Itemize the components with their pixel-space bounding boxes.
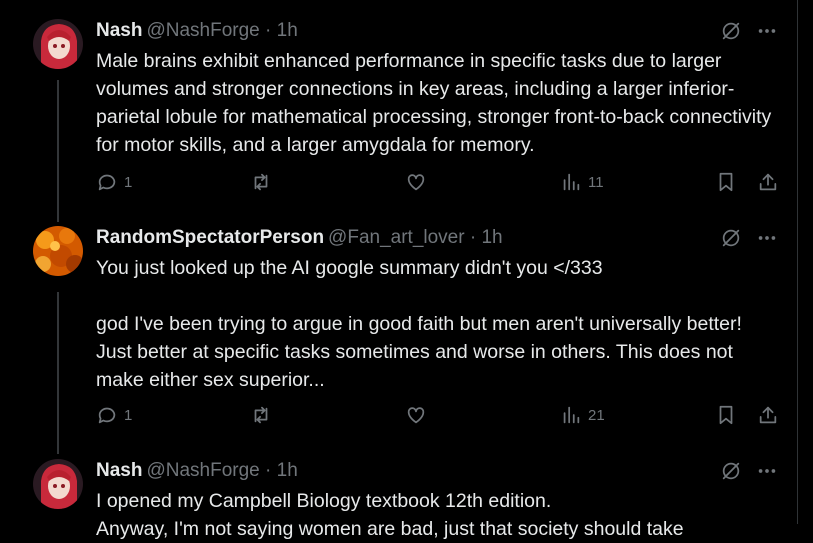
more-icon[interactable] [756,460,778,482]
avatar[interactable] [33,226,83,276]
post-text: Male brains exhibit enhanced performance… [96,50,777,156]
bookmark-icon [719,172,733,192]
avatar[interactable] [33,459,83,509]
reply-icon [98,174,116,191]
views-icon [563,406,580,424]
display-name[interactable]: RandomSpectatorPerson [96,227,324,248]
handle-time[interactable]: @NashForge · 1h [146,460,297,481]
column-border [797,0,798,524]
handle-time[interactable]: @Fan_art_lover · 1h [328,227,503,248]
views-count: 11 [588,173,604,191]
action-bar: 1 11 [0,171,797,195]
repost-button[interactable] [250,404,272,426]
views-icon [563,173,580,191]
post-header: Nash @NashForge · 1h [96,19,298,43]
post-text: You just looked up the AI google summary… [96,257,742,391]
views-button[interactable]: 21 [560,404,605,426]
reply-count: 1 [124,173,133,191]
share-button[interactable] [757,404,779,426]
display-name[interactable]: Nash [96,20,142,41]
action-bar: 1 21 [0,404,797,428]
avatar-image [33,459,83,509]
bookmark-button[interactable] [715,404,737,426]
thread-line [57,80,59,222]
reply-button[interactable]: 1 [96,404,132,426]
repost-icon [254,406,268,424]
share-icon [759,406,777,424]
share-button[interactable] [757,171,779,193]
reply-icon [98,407,116,424]
repost-icon [254,173,268,191]
grok-icon[interactable] [720,460,742,482]
views-button[interactable]: 11 [560,171,604,193]
bookmark-button[interactable] [715,171,737,193]
like-button[interactable] [405,171,427,193]
like-icon [407,174,425,191]
post-header: RandomSpectatorPerson @Fan_art_lover · 1h [96,226,503,250]
like-button[interactable] [405,404,427,426]
display-name[interactable]: Nash [96,460,142,481]
more-icon[interactable] [756,227,778,249]
views-count: 21 [588,406,605,424]
post-header: Nash @NashForge · 1h [96,459,298,483]
grok-icon[interactable] [720,20,742,42]
bookmark-icon [719,405,733,425]
repost-button[interactable] [250,171,272,193]
like-icon [407,407,425,424]
avatar-image [33,19,83,69]
avatar[interactable] [33,19,83,69]
share-icon [759,173,777,191]
grok-icon[interactable] [720,227,742,249]
reply-button[interactable]: 1 [96,171,132,193]
thread-line [57,292,59,454]
handle-time[interactable]: @NashForge · 1h [146,20,297,41]
post-text: I opened my Campbell Biology textbook 12… [96,490,684,540]
reply-count: 1 [124,406,133,424]
more-icon[interactable] [756,20,778,42]
avatar-image [33,226,83,276]
